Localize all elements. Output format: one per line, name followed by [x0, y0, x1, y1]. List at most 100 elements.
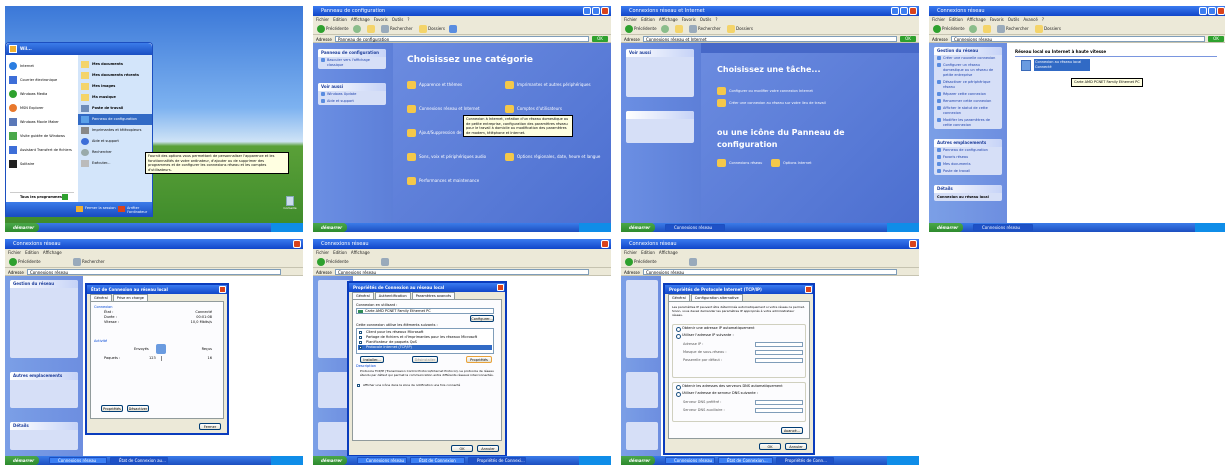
connection-item-lan[interactable]: Connexion au réseau local Connecté [1021, 59, 1091, 73]
search-label[interactable]: Rechercher [698, 26, 721, 31]
menu-item-solitaire[interactable]: Solitaire [6, 157, 78, 171]
task-create-connection[interactable]: Créer une nouvelle connexion [934, 55, 1002, 62]
search-icon[interactable] [689, 258, 697, 266]
category-sounds[interactable]: Sons, voix et périphériques audio [407, 153, 486, 161]
menu-item-help[interactable]: Aide et support [78, 136, 152, 147]
taskbar-item-network[interactable]: Connexions réseau [49, 457, 107, 464]
icon-internet-options[interactable]: Options Internet [771, 159, 812, 167]
menu-item-internet[interactable]: Internet [6, 59, 78, 73]
task-home-network[interactable]: Configurer un réseau domestique ou un ré… [934, 62, 1002, 79]
menu-item-mydocs[interactable]: Mes documents [78, 59, 152, 70]
go-button[interactable]: OK [900, 36, 916, 42]
minimize-button[interactable] [1199, 7, 1207, 15]
menu-file[interactable]: Fichier [624, 17, 637, 22]
menu-edit[interactable]: Edition [333, 17, 347, 22]
search-icon[interactable] [381, 25, 389, 33]
search-icon[interactable] [689, 25, 697, 33]
menu-item-tour[interactable]: Visite guidée de Windows [6, 129, 78, 143]
taskbar-item-network[interactable]: Connexions réseau [665, 457, 715, 464]
help-support-link[interactable]: Aide et support [318, 98, 386, 105]
menu-view[interactable]: Affichage [659, 17, 678, 22]
preferred-dns-field[interactable] [755, 400, 803, 405]
folders-label[interactable]: Dossiers [736, 26, 753, 31]
minimize-button[interactable] [891, 7, 899, 15]
menu-help[interactable]: ? [1042, 17, 1044, 22]
install-button[interactable]: Installer... [360, 356, 384, 363]
radio-manual-ip[interactable]: Utiliser l'adresse IP suivante : [675, 333, 734, 339]
menu-item-run[interactable]: Exécuter... [78, 158, 152, 169]
minimize-button[interactable] [583, 7, 591, 15]
maximize-button[interactable] [900, 7, 908, 15]
notify-checkbox[interactable] [357, 384, 360, 387]
task-setup-internet[interactable]: Configurer ou modifier votre connexion I… [717, 87, 813, 95]
start-button[interactable]: démarrer [621, 223, 655, 232]
menu-edit[interactable]: Edition [25, 250, 39, 255]
logoff-button[interactable]: Fermer la session [76, 206, 116, 212]
properties-button[interactable]: Propriétés [101, 405, 123, 412]
close-button[interactable] [909, 7, 917, 15]
close-button[interactable] [909, 240, 917, 248]
search-label[interactable]: Rechercher [390, 26, 413, 31]
close-button[interactable] [601, 240, 609, 248]
close-button[interactable] [601, 7, 609, 15]
forward-icon[interactable] [969, 25, 977, 33]
menu-item-msn[interactable]: MSN Explorer [6, 101, 78, 115]
all-programs[interactable]: Tous les programmes [10, 192, 74, 200]
menu-view[interactable]: Affichage [351, 17, 370, 22]
ok-button[interactable]: OK [451, 445, 473, 452]
advanced-button[interactable]: Avancé... [781, 427, 803, 434]
menu-help[interactable]: ? [407, 17, 409, 22]
start-button[interactable]: démarrer [313, 456, 347, 465]
back-icon[interactable] [317, 258, 325, 266]
alternate-dns-field[interactable] [755, 408, 803, 413]
task-rename[interactable]: Renommer cette connexion [934, 98, 1002, 105]
menu-edit[interactable]: Edition [641, 17, 655, 22]
ip-address-field[interactable] [755, 342, 803, 347]
menu-view[interactable]: Affichage [659, 250, 678, 255]
cancel-button[interactable]: Annuler [785, 443, 807, 450]
back-icon[interactable] [933, 25, 941, 33]
taskbar-item-status[interactable]: État de Connexion... [718, 457, 773, 464]
place-network[interactable]: Favoris réseau [934, 154, 1002, 161]
maximize-button[interactable] [592, 7, 600, 15]
menu-favorites[interactable]: Favoris [990, 17, 1004, 22]
folders-icon[interactable] [1035, 25, 1043, 33]
menu-view[interactable]: Affichage [351, 250, 370, 255]
windows-update-link[interactable]: Windows Update [318, 91, 386, 98]
recycle-bin[interactable]: Corbeille [283, 196, 297, 210]
menu-item-transfer[interactable]: Assistant Transfert de fichiers [6, 143, 78, 157]
folders-icon[interactable] [419, 25, 427, 33]
ok-button[interactable]: OK [759, 443, 781, 450]
back-icon[interactable] [625, 258, 633, 266]
folders-label[interactable]: Dossiers [428, 26, 445, 31]
views-icon[interactable] [449, 25, 457, 33]
component-tcpip[interactable]: Protocole Internet (TCP/IP) [358, 345, 492, 350]
forward-icon[interactable] [661, 25, 669, 33]
maximize-button[interactable] [1208, 7, 1216, 15]
search-label[interactable]: Rechercher [82, 259, 105, 264]
checkbox[interactable] [359, 336, 362, 339]
category-accounts[interactable]: Comptes d'utilisateurs [505, 105, 562, 113]
menu-file[interactable]: Fichier [932, 17, 945, 22]
category-regional[interactable]: Options régionales, date, heure et langu… [505, 153, 600, 161]
task-change-settings[interactable]: Modifier les paramètres de cette connexi… [934, 117, 1002, 129]
go-button[interactable]: OK [1208, 36, 1224, 42]
radio-manual-dns[interactable]: Utiliser l'adresse de serveur DNS suivan… [675, 391, 758, 397]
address-field[interactable]: Panneau de configuration [335, 36, 589, 42]
menu-item-email[interactable]: Courrier électronique [6, 73, 78, 87]
menu-edit[interactable]: Edition [641, 250, 655, 255]
menu-item-music[interactable]: Ma musique [78, 92, 152, 103]
back-icon[interactable] [9, 258, 17, 266]
menu-item-media[interactable]: Windows Media [6, 87, 78, 101]
task-repair[interactable]: Réparer cette connexion [934, 91, 1002, 98]
search-icon[interactable] [381, 258, 389, 266]
taskbar-item-network[interactable]: Connexions réseau [665, 224, 725, 231]
close-button[interactable] [1217, 7, 1225, 15]
menu-item-computer[interactable]: Poste de travail [78, 103, 152, 114]
menu-edit[interactable]: Edition [949, 17, 963, 22]
menu-item-search[interactable]: Rechercher [78, 147, 152, 158]
place-documents[interactable]: Mes documents [934, 161, 1002, 168]
address-field[interactable]: Connexions réseau [951, 36, 1205, 42]
menu-view[interactable]: Affichage [967, 17, 986, 22]
shutdown-button[interactable]: Arrêter l'ordinateur [118, 206, 152, 214]
